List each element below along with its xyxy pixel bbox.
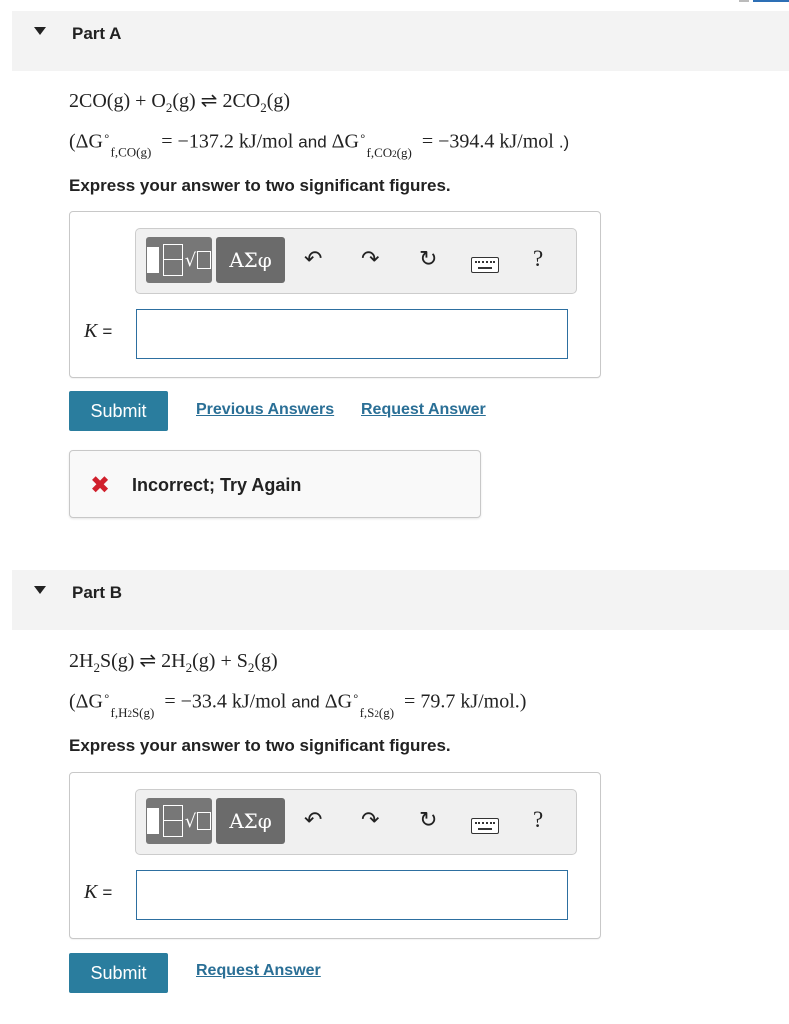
answer-label: K = [84,881,113,903]
part-b-header[interactable]: Part B [12,570,789,630]
box-icon [197,251,212,269]
radical-icon: √ [184,249,197,271]
part-a-title: Part A [72,24,122,43]
submit-button[interactable]: Submit [69,953,168,993]
part-b-answer-box: √ ΑΣφ ↶ ↷ ↻ ? K = [69,772,601,939]
answer-label: K = [84,320,113,342]
radical-icon: √ [184,810,197,832]
part-a-instruction: Express your answer to two significant f… [69,176,451,195]
submit-button[interactable]: Submit [69,391,168,431]
help-button[interactable]: ? [533,246,543,272]
top-accent-bar [753,0,789,2]
collapse-triangle-icon[interactable] [34,27,46,35]
part-a-answer-box: √ ΑΣφ ↶ ↷ ↻ ? K = [69,211,601,378]
undo-icon[interactable]: ↶ [304,247,322,273]
templates-button[interactable]: √ [146,798,212,844]
feedback-message: Incorrect; Try Again [132,475,302,495]
fraction-icon [162,244,183,276]
redo-icon[interactable]: ↷ [361,808,379,834]
reset-icon[interactable]: ↻ [419,247,437,273]
template-block-icon [146,247,159,273]
feedback-box: ✖ Incorrect; Try Again [69,450,481,518]
keyboard-icon[interactable] [471,257,499,273]
answer-input[interactable] [136,870,568,920]
previous-answers-link[interactable]: Previous Answers [196,401,334,419]
part-b-title: Part B [72,583,123,602]
math-toolbar: √ ΑΣφ ↶ ↷ ↻ ? [135,789,577,855]
redo-icon[interactable]: ↷ [361,247,379,273]
part-a-reaction: 2CO(g) + O2(g) ⇌ 2CO2(g) [69,90,291,115]
part-b-given-values: (ΔG∘f,H2S(g) = −33.4 kJ/mol and ΔG∘f,S2(… [69,689,527,720]
template-block-icon [146,808,159,834]
greek-symbols-button[interactable]: ΑΣφ [216,237,285,283]
help-button[interactable]: ? [533,807,543,833]
error-x-icon: ✖ [90,471,111,499]
greek-symbols-button[interactable]: ΑΣφ [216,798,285,844]
math-toolbar: √ ΑΣφ ↶ ↷ ↻ ? [135,228,577,294]
keyboard-icon[interactable] [471,818,499,834]
answer-input[interactable] [136,309,568,359]
top-decoration [739,0,749,2]
reset-icon[interactable]: ↻ [419,808,437,834]
undo-icon[interactable]: ↶ [304,808,322,834]
fraction-icon [162,805,183,837]
request-answer-link[interactable]: Request Answer [361,401,486,419]
part-a-header[interactable]: Part A [12,11,789,71]
part-b-reaction: 2H2S(g) ⇌ 2H2(g) + S2(g) [69,650,278,675]
box-icon [197,812,212,830]
templates-button[interactable]: √ [146,237,212,283]
collapse-triangle-icon[interactable] [34,586,46,594]
part-b-instruction: Express your answer to two significant f… [69,736,451,755]
part-a-given-values: (ΔG∘f,CO(g) = −137.2 kJ/mol and ΔG∘f,CO2… [69,129,570,160]
request-answer-link[interactable]: Request Answer [196,962,321,980]
